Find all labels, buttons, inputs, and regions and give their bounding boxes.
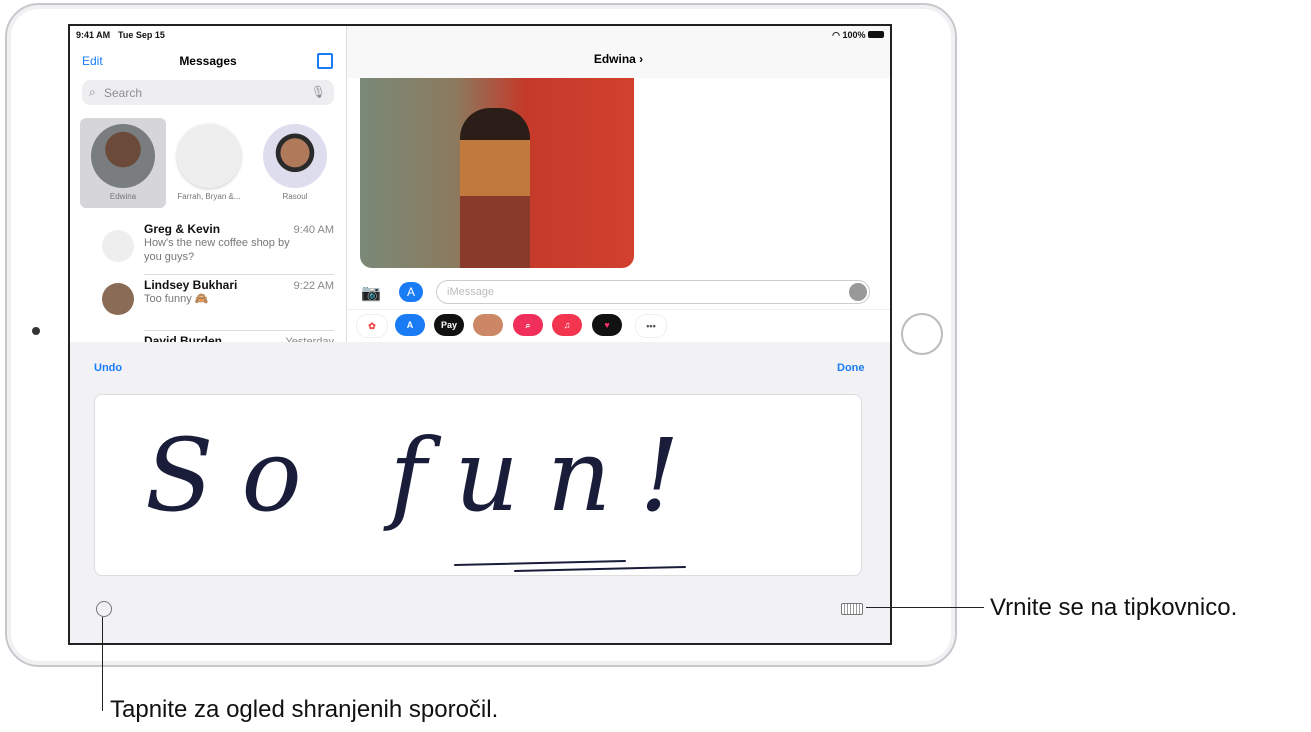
contact-name[interactable]: Edwina › <box>347 52 890 66</box>
music-app-icon[interactable]: ♫ <box>552 314 582 336</box>
pinned-name: Rasoul <box>282 192 308 201</box>
status-time: 9:41 AM <box>76 30 111 40</box>
conversation-preview: How's the new coffee shop by you guys? <box>144 237 290 263</box>
search-placeholder: Search <box>104 86 143 100</box>
avatar <box>91 124 155 188</box>
conversation-time: 9:40 AM <box>293 224 334 236</box>
microphone-icon[interactable]: 🎙 <box>311 85 326 99</box>
undo-button[interactable]: Undo <box>94 362 122 374</box>
photos-app-icon[interactable]: ✿ <box>356 314 388 338</box>
app-store-button[interactable]: A <box>399 282 423 302</box>
callout-keyboard: Vrnite se na tipkovnico. <box>990 594 1238 621</box>
avatar <box>102 230 134 262</box>
conversation-item[interactable]: Lindsey Bukhari 9:22 AM Too funny 🙈 <box>144 278 334 331</box>
app-store-app-icon[interactable]: A <box>395 314 425 336</box>
pinned-name: Edwina <box>109 192 137 201</box>
battery-percent: 100% <box>842 30 866 40</box>
more-apps-icon[interactable]: ••• <box>635 314 667 338</box>
sidebar-title: Messages <box>179 54 237 68</box>
pinned-rasoul[interactable]: Rasoul <box>252 118 338 208</box>
memoji-app-icon[interactable] <box>473 314 503 336</box>
wifi-icon: ◠ <box>832 30 843 40</box>
sidebar: Edit Messages ⌕ Search 🎙 Edwina Farrah, … <box>70 26 347 348</box>
camera-button[interactable]: 📷 <box>361 283 381 303</box>
conversation-time: 9:22 AM <box>293 280 334 292</box>
pinned-edwina[interactable]: Edwina <box>80 118 166 208</box>
battery-icon <box>868 31 884 38</box>
apple-pay-app-icon[interactable]: Pay <box>434 314 464 336</box>
search-icon: ⌕ <box>89 85 96 99</box>
front-camera <box>32 327 40 335</box>
digital-touch-app-icon[interactable]: ♥ <box>592 314 622 336</box>
image-search-app-icon[interactable]: ⌕ <box>513 314 543 336</box>
photo-message[interactable] <box>360 78 634 268</box>
callout-line-history <box>102 617 103 711</box>
conversation-preview: Too funny 🙈 <box>144 293 209 305</box>
conversation-thread: Edwina › 📷 A iMessage ✿ A Pay ⌕ ♫ ♥ ••• <box>347 26 890 342</box>
avatar <box>102 283 134 315</box>
callout-line-keyboard <box>866 607 984 608</box>
handwriting-underline <box>454 560 686 572</box>
keyboard-icon[interactable] <box>841 603 863 615</box>
recent-messages-clock-icon[interactable] <box>96 601 112 617</box>
conversation-item[interactable]: Greg & Kevin 9:40 AM How's the new coffe… <box>144 222 334 275</box>
ipad-screen: 9:41 AM Tue Sep 15 ◠ 100% Edit Messages … <box>68 24 892 645</box>
callout-history: Tapnite za ogled shranjenih sporočil. <box>110 696 499 723</box>
handwriting-canvas[interactable]: So fun! <box>94 394 862 576</box>
imessage-input[interactable]: iMessage <box>436 280 870 304</box>
input-placeholder: iMessage <box>447 286 495 298</box>
compose-icon[interactable] <box>317 53 333 69</box>
status-date: Tue Sep 15 <box>118 30 165 40</box>
done-button[interactable]: Done <box>837 362 865 374</box>
search-input[interactable]: ⌕ Search 🎙 <box>82 80 334 105</box>
pinned-name: Farrah, Bryan &... <box>177 192 241 201</box>
handwriting-panel: Undo Done So fun! <box>70 342 890 643</box>
home-button[interactable] <box>901 313 943 355</box>
pinned-group[interactable]: Farrah, Bryan &... <box>166 118 252 208</box>
avatar <box>263 124 327 188</box>
avatar <box>177 124 241 188</box>
audio-waveform-icon[interactable] <box>849 283 867 301</box>
